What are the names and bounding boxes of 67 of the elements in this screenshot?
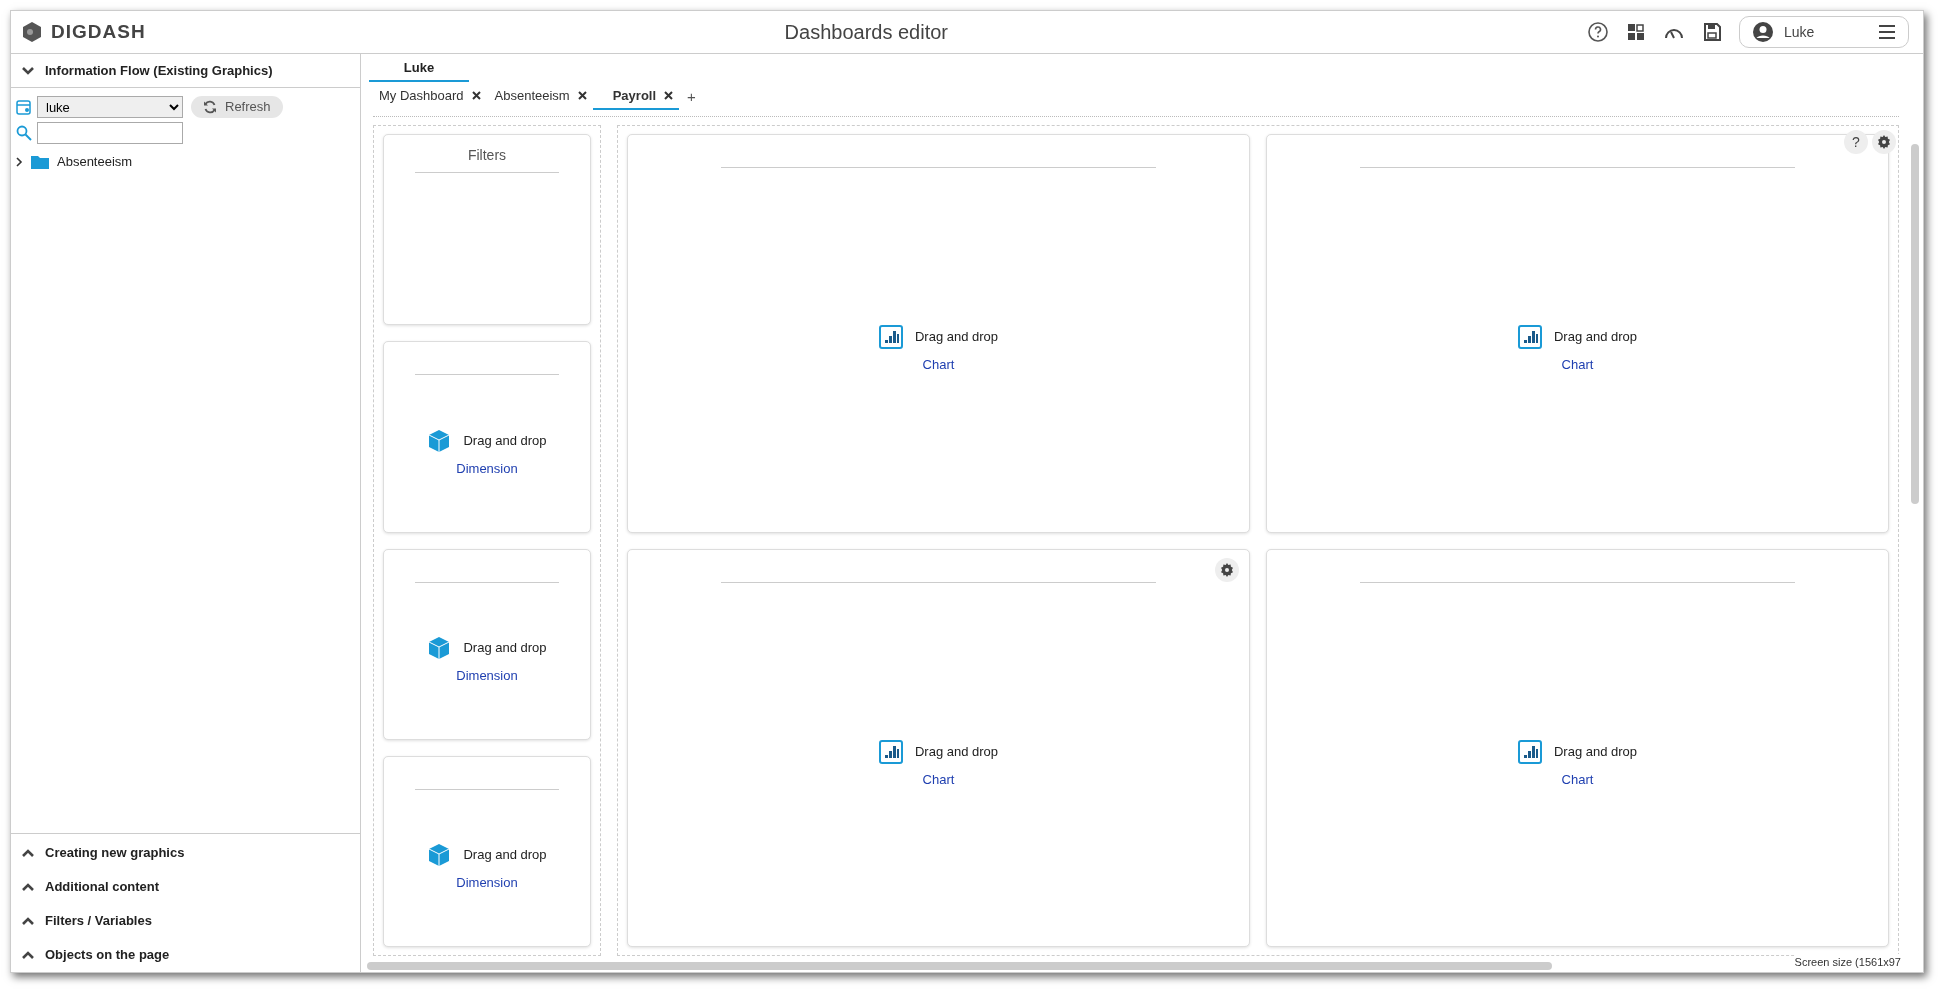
drop-target-link[interactable]: Dimension	[456, 665, 518, 686]
bar-chart-icon	[878, 739, 903, 764]
logo-icon	[21, 21, 43, 43]
search-icon	[15, 124, 33, 142]
drop-hint: Drag and drop	[914, 742, 999, 761]
cube-icon	[427, 428, 452, 453]
section-title: Filters / Variables	[45, 912, 152, 931]
section-title: Objects on the page	[45, 946, 170, 965]
gear-icon	[1877, 135, 1891, 149]
section-title: Information Flow (Existing Graphics)	[45, 61, 273, 80]
drop-hint: Drag and drop	[1553, 328, 1638, 347]
dashboard-tab[interactable]: Absenteeism	[486, 83, 593, 110]
folder-icon	[31, 154, 49, 169]
drop-target-link[interactable]: Chart	[1561, 769, 1594, 789]
section-header[interactable]: Creating new graphics	[11, 836, 360, 870]
cube-icon	[427, 843, 452, 868]
dashboard-tab[interactable]: My Dashboard	[371, 83, 487, 110]
gear-icon	[1220, 562, 1234, 577]
drop-hint: Drag and drop	[463, 639, 547, 658]
close-icon[interactable]	[577, 90, 587, 100]
logo-text: DIGDASH	[51, 19, 146, 44]
section-title: Additional content	[45, 878, 160, 897]
tree-item[interactable]: Absenteeism	[15, 152, 356, 172]
section-header[interactable]: Additional content	[11, 870, 360, 904]
bar-chart-icon	[1517, 325, 1542, 349]
data-source-icon	[15, 98, 33, 116]
section-header[interactable]: Filters / Variables	[11, 904, 360, 938]
user-tab[interactable]: Luke	[369, 56, 469, 82]
horizontal-scrollbar[interactable]	[367, 962, 1552, 970]
chevron-right-icon[interactable]	[15, 156, 23, 167]
drop-target-link[interactable]: Dimension	[456, 458, 518, 479]
search-field[interactable]	[37, 122, 183, 144]
drop-hint: Drag and drop	[463, 846, 547, 865]
section-header[interactable]: Information Flow (Existing Graphics)	[11, 54, 360, 88]
window-title: Dashboards editor	[783, 20, 950, 45]
settings-button[interactable]	[1215, 557, 1239, 582]
drop-target-link[interactable]: Dimension	[456, 873, 518, 893]
vertical-scrollbar[interactable]	[1911, 144, 1919, 504]
bar-chart-icon	[1517, 739, 1542, 764]
cube-icon	[427, 635, 452, 660]
save-icon[interactable]	[1701, 21, 1723, 43]
source-select[interactable]: luke	[37, 96, 183, 118]
settings-button[interactable]	[1872, 130, 1896, 154]
drop-hint: Drag and drop	[1553, 742, 1638, 761]
drop-target-link[interactable]: Chart	[922, 355, 955, 375]
close-icon[interactable]	[471, 90, 481, 100]
bar-chart-icon	[878, 325, 903, 349]
help-icon[interactable]	[1587, 21, 1609, 43]
avatar-icon	[1752, 21, 1774, 43]
drop-target-link[interactable]: Chart	[922, 769, 955, 789]
help-button[interactable]: ?	[1844, 130, 1868, 154]
section-title: Creating new graphics	[45, 844, 185, 863]
dashboard-tab[interactable]: Payroll	[592, 83, 680, 110]
panel-title: Filters	[467, 146, 507, 165]
user-name: Luke	[1784, 22, 1815, 42]
section-header[interactable]: Objects on the page	[11, 938, 360, 972]
drop-hint: Drag and drop	[463, 431, 547, 450]
screen-size-label: Screen size (1561x97	[1794, 953, 1901, 970]
menu-icon[interactable]	[1878, 25, 1896, 39]
refresh-button[interactable]: Refresh	[191, 96, 283, 118]
drop-hint: Drag and drop	[914, 328, 999, 347]
refresh-icon	[203, 100, 217, 114]
add-tab-button[interactable]: +	[687, 85, 696, 108]
widgets-icon[interactable]	[1625, 21, 1647, 43]
close-icon[interactable]	[664, 90, 674, 100]
user-menu[interactable]: Luke	[1739, 16, 1909, 48]
drop-target-link[interactable]: Chart	[1561, 355, 1594, 375]
